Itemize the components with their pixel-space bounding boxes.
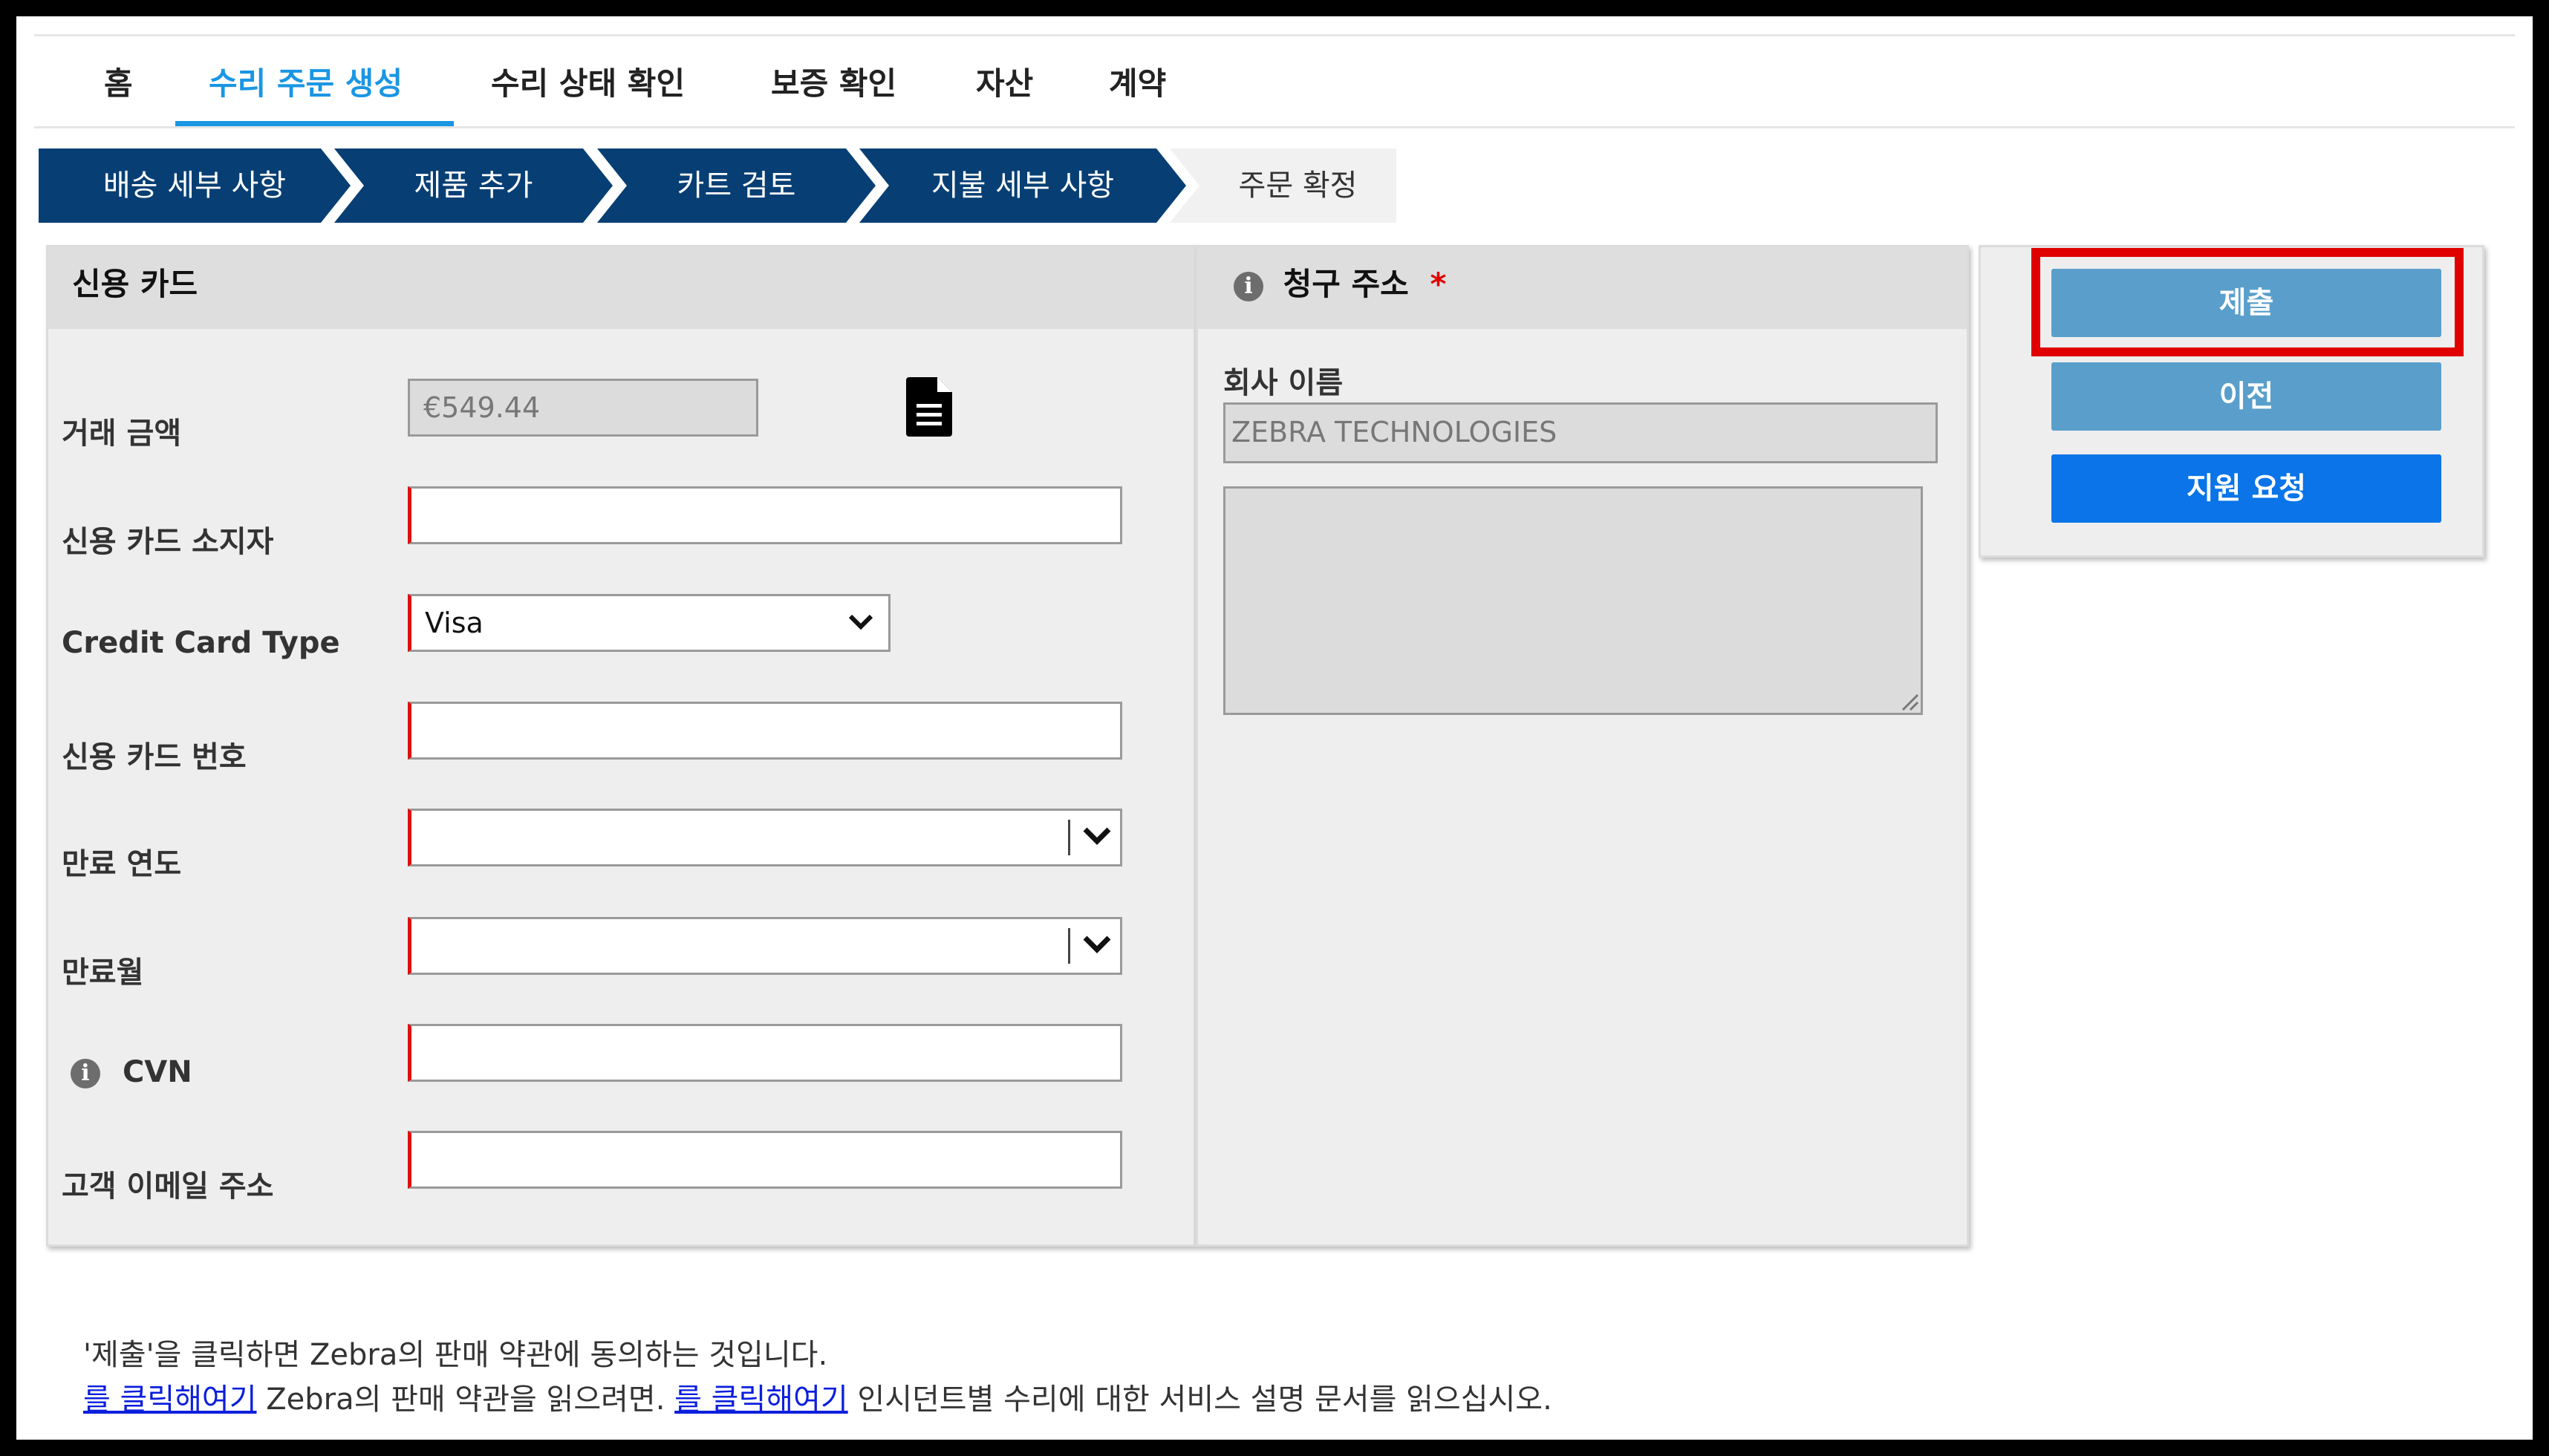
company-name-field: ZEBRA TECHNOLOGIES	[1223, 402, 1938, 463]
step-add-product[interactable]: 제품 추가	[334, 148, 613, 223]
info-icon[interactable]: i	[1234, 271, 1263, 301]
step-payment-details[interactable]: 지불 세부 사항	[859, 148, 1186, 223]
tab-home[interactable]: 홈	[104, 59, 133, 104]
card-type-select[interactable]: Visa	[408, 594, 891, 652]
credit-card-header: 신용 카드	[48, 247, 1194, 329]
step-cart-review[interactable]: 카트 검토	[597, 148, 876, 223]
previous-button[interactable]: 이전	[2051, 362, 2441, 431]
terms-link-text: Zebra의 판매 약관을 읽으려면.	[256, 1382, 675, 1417]
tab-repair-status[interactable]: 수리 상태 확인	[491, 59, 685, 104]
tab-warranty-check[interactable]: 보증 확인	[771, 59, 896, 104]
amount-field: €549.44	[408, 379, 758, 437]
support-request-button[interactable]: 지원 요청	[2051, 454, 2441, 523]
terms-notice: '제출'을 클릭하면 Zebra의 판매 약관에 동의하는 것입니다.	[83, 1338, 828, 1372]
required-mark: *	[1430, 266, 1447, 302]
service-doc-link[interactable]: 를 클릭해여기	[674, 1382, 848, 1417]
card-number-label: 신용 카드 번호	[62, 740, 247, 774]
submit-highlight-box	[2031, 248, 2464, 356]
cvn-label: CVN	[122, 1055, 192, 1089]
credit-card-panel: 신용 카드 거래 금액 €549.44 신용 카드 소지자 Credit Car…	[46, 245, 1196, 1247]
terms-link[interactable]: 를 클릭해여기	[83, 1382, 257, 1417]
select-divider	[1068, 820, 1070, 855]
billing-header: i 청구 주소 *	[1198, 247, 1967, 329]
chevron-down-icon	[1083, 827, 1111, 845]
expiry-month-select[interactable]	[408, 917, 1122, 975]
step-shipping-details[interactable]: 배송 세부 사항	[39, 148, 351, 223]
service-doc-text: 인시던트별 수리에 대한 서비스 설명 문서를 읽으십시오.	[847, 1382, 1552, 1417]
cardholder-input[interactable]	[408, 486, 1122, 544]
resize-handle-icon[interactable]	[1897, 689, 1919, 711]
terms-links-line: 를 클릭해여기 Zebra의 판매 약관을 읽으려면. 를 클릭해여기 인시던트…	[83, 1375, 1552, 1418]
expiry-year-label: 만료 연도	[62, 847, 182, 881]
info-icon[interactable]: i	[71, 1059, 100, 1088]
cvn-input[interactable]	[408, 1024, 1122, 1082]
expiry-month-label: 만료월	[62, 956, 144, 990]
card-type-label: Credit Card Type	[62, 626, 340, 660]
billing-address-panel: i 청구 주소 * 회사 이름 ZEBRA TECHNOLOGIES	[1196, 245, 1969, 1247]
cardholder-label: 신용 카드 소지자	[62, 525, 274, 559]
tab-contracts[interactable]: 계약	[1109, 59, 1166, 104]
expiry-year-select[interactable]	[408, 809, 1122, 866]
billing-address-textarea[interactable]	[1223, 486, 1923, 715]
email-input[interactable]	[408, 1131, 1122, 1189]
chevron-down-icon	[1083, 936, 1111, 953]
card-number-input[interactable]	[408, 702, 1122, 760]
company-name-label: 회사 이름	[1223, 366, 1344, 400]
checkout-steps: 배송 세부 사항 제품 추가 카트 검토 지불 세부 사항 주문 확정	[39, 148, 1435, 239]
card-type-value: Visa	[425, 607, 484, 639]
step-order-confirm: 주문 확정	[1170, 148, 1396, 223]
tab-assets[interactable]: 자산	[976, 59, 1033, 104]
document-icon[interactable]	[906, 377, 952, 440]
billing-title: 청구 주소	[1283, 266, 1409, 302]
email-label: 고객 이메일 주소	[62, 1169, 274, 1204]
page-frame: 홈 수리 주문 생성 수리 상태 확인 보증 확인 자산 계약 배송 세부 사항…	[16, 16, 2533, 1440]
cvn-label-group: i CVN	[71, 1055, 192, 1089]
chevron-down-icon	[848, 614, 873, 630]
credit-card-title: 신용 카드	[72, 266, 198, 302]
select-divider	[1068, 928, 1070, 964]
tab-create-repair-order[interactable]: 수리 주문 생성	[209, 59, 403, 104]
active-tab-indicator	[175, 121, 454, 126]
top-navigation: 홈 수리 주문 생성 수리 상태 확인 보증 확인 자산 계약	[34, 34, 2515, 128]
amount-label: 거래 금액	[62, 417, 182, 451]
